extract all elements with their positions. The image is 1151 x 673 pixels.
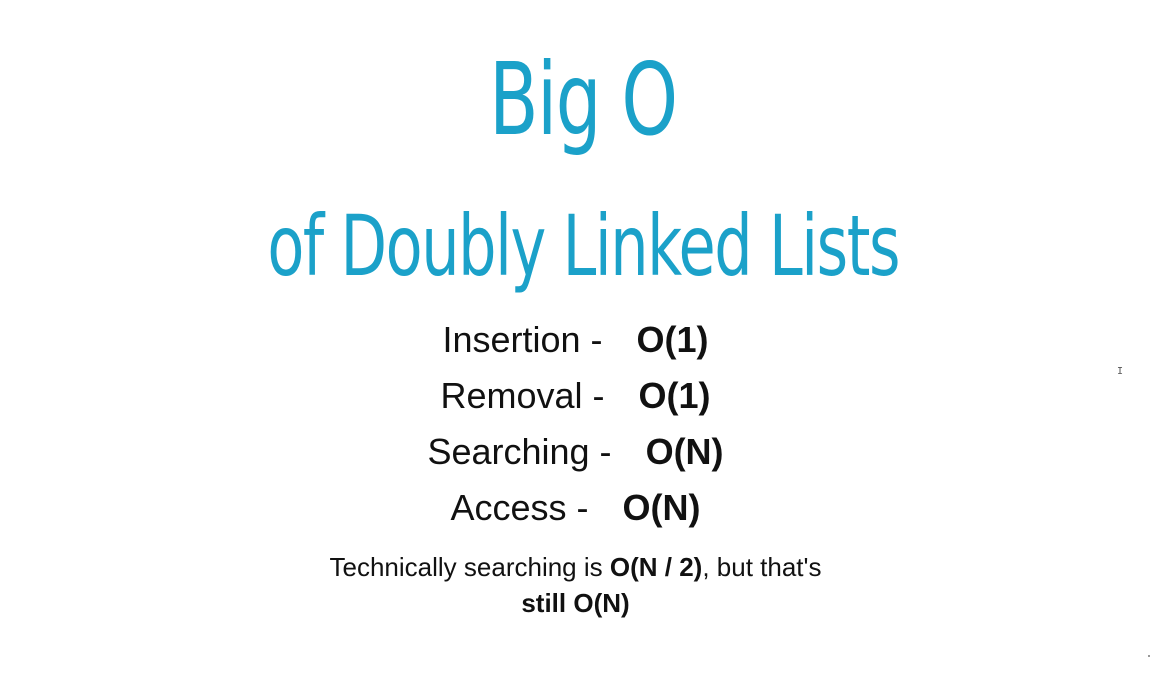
text-cursor-icon: I (1117, 366, 1124, 377)
footnote-line-1: Technically searching is O(N / 2), but t… (0, 550, 1151, 584)
footnote-emphasis: still O(N) (521, 588, 630, 618)
operation-label: Removal - (440, 375, 605, 416)
slide: Big O of Doubly Linked Lists Insertion -… (0, 0, 1151, 673)
operation-row-insertion: Insertion - O(1) (0, 318, 1151, 362)
operation-label: Insertion - (442, 319, 603, 360)
slide-title-line-1: Big O (489, 41, 678, 158)
operation-row-searching: Searching - O(N) (0, 430, 1151, 474)
operation-complexity: O(N) (645, 431, 724, 472)
corner-dot (1148, 655, 1150, 657)
footnote-text: Technically searching is (329, 552, 610, 582)
footnote-emphasis: O(N / 2) (609, 552, 703, 582)
operation-row-removal: Removal - O(1) (0, 374, 1151, 418)
operation-row-access: Access - O(N) (0, 486, 1151, 530)
footnote-line-2: still O(N) (0, 586, 1151, 620)
slide-title-line-2: of Doubly Linked Lists (267, 197, 900, 295)
operation-label: Access - (450, 487, 589, 528)
operation-label: Searching - (427, 431, 612, 472)
operation-complexity: O(N) (622, 487, 701, 528)
operation-complexity: O(1) (636, 319, 709, 360)
footnote-text: , but that's (702, 552, 822, 582)
operation-complexity: O(1) (638, 375, 711, 416)
